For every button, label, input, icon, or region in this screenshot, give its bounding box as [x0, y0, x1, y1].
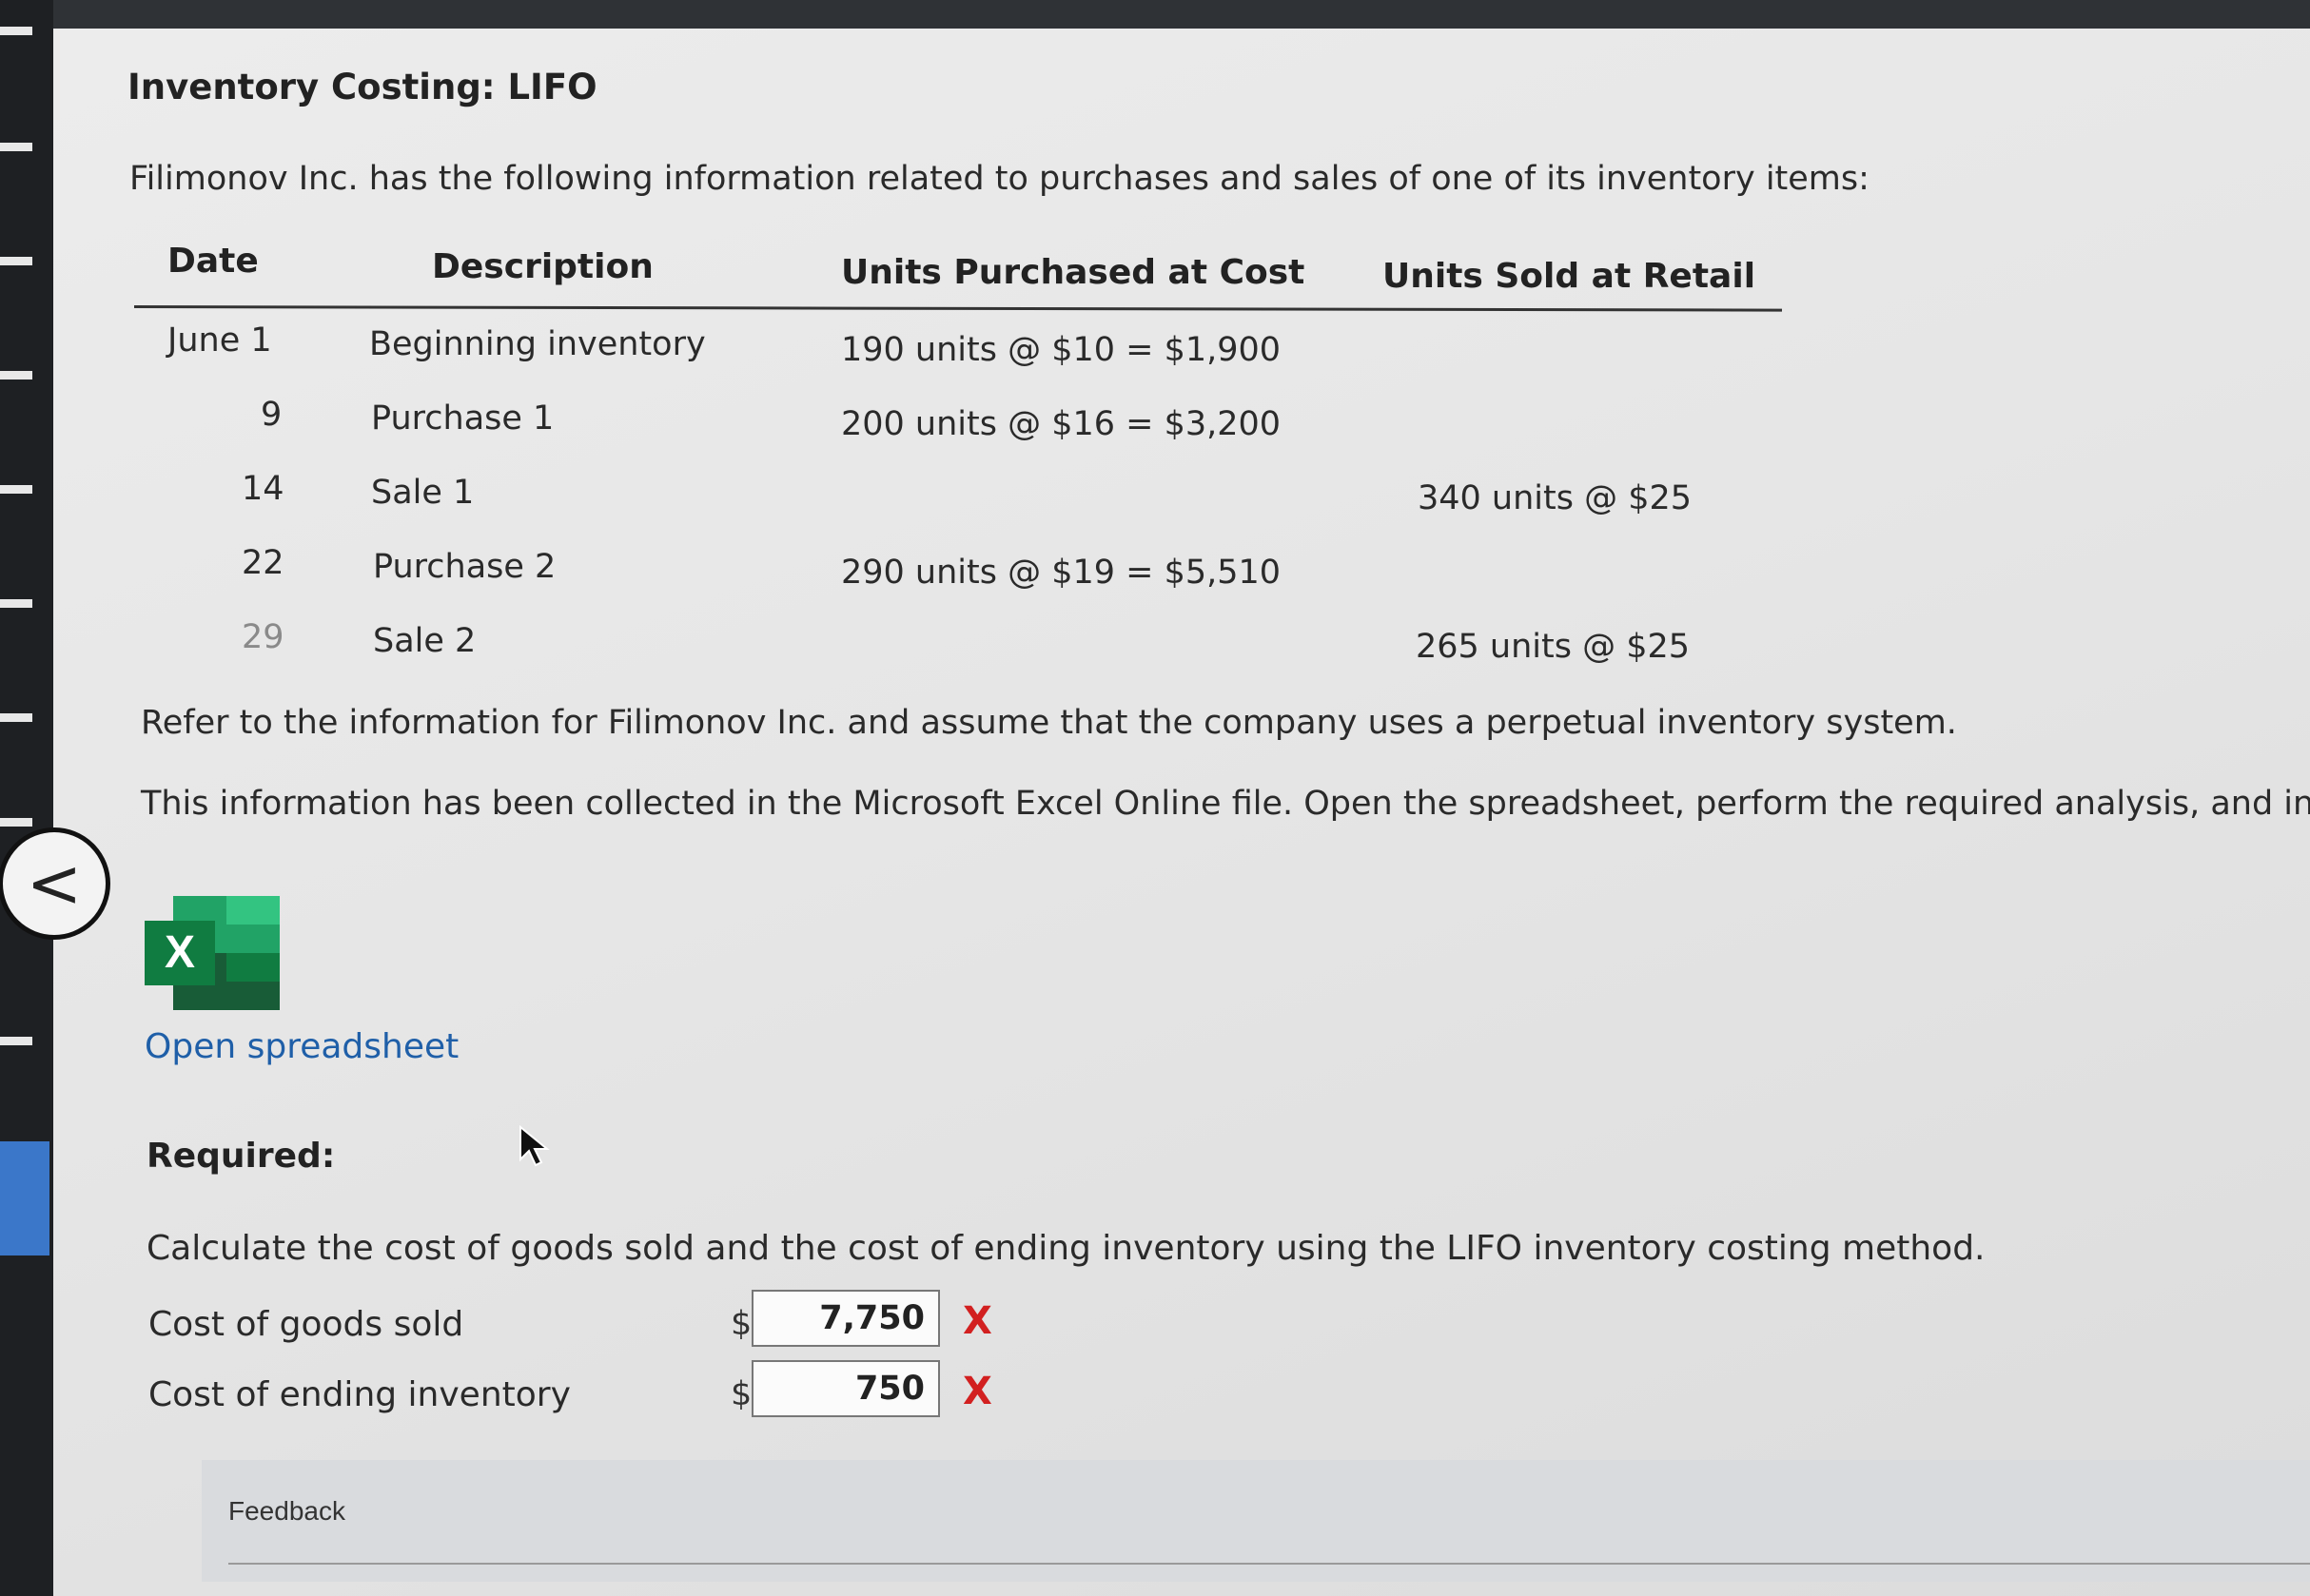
cogs-currency: $	[731, 1305, 753, 1343]
table-cell-date: 22	[242, 544, 284, 582]
excel-icon-letter: X	[165, 927, 195, 978]
table-cell-purchased: 290 units @ $19 = $5,510	[841, 554, 1282, 592]
header-units-purchased: Units Purchased at Cost	[841, 253, 1305, 292]
intro-text: Filimonov Inc. has the following informa…	[129, 160, 1870, 198]
incorrect-icon: X	[963, 1370, 992, 1413]
incorrect-icon: X	[963, 1299, 992, 1343]
bezel-mark	[0, 818, 32, 827]
page-content: Inventory Costing: LIFO Filimonov Inc. h…	[53, 29, 2310, 1596]
feedback-panel: Feedback	[202, 1460, 2310, 1582]
table-header-rule	[133, 305, 1782, 312]
chevron-left-icon: <	[26, 845, 83, 923]
table-cell-purchased: 200 units @ $16 = $3,200	[841, 405, 1282, 443]
header-date: Date	[167, 242, 259, 281]
table-cell-sold: 265 units @ $25	[1416, 628, 1691, 666]
feedback-label[interactable]: Feedback	[228, 1496, 345, 1527]
header-description: Description	[432, 247, 654, 286]
bezel-mark	[0, 143, 32, 151]
table-cell-description: Purchase 2	[373, 548, 557, 586]
bezel-mark	[0, 27, 32, 35]
table-cell-description: Beginning inventory	[369, 325, 706, 363]
excel-icon[interactable]: X	[145, 896, 280, 1010]
header-units-sold: Units Sold at Retail	[1382, 257, 1756, 296]
excel-instructions: This information has been collected in t…	[141, 785, 2310, 823]
bezel-blue-strip	[0, 1141, 49, 1255]
question-text: Calculate the cost of goods sold and the…	[147, 1229, 1986, 1268]
table-cell-date: June 1	[167, 321, 272, 360]
table-cell-date: 9	[261, 396, 283, 434]
feedback-divider	[228, 1563, 2310, 1565]
required-heading: Required:	[147, 1137, 336, 1176]
bezel-mark	[0, 1037, 32, 1045]
left-bezel	[0, 0, 53, 1596]
bezel-mark	[0, 713, 32, 722]
cogs-label: Cost of goods sold	[148, 1305, 464, 1344]
back-button[interactable]: <	[0, 827, 110, 940]
bezel-mark	[0, 371, 32, 380]
ending-inventory-currency: $	[731, 1375, 753, 1413]
table-cell-date: 14	[242, 470, 284, 508]
mouse-cursor-icon	[519, 1124, 551, 1173]
table-cell-date: 29	[242, 618, 284, 656]
table-cell-description: Sale 2	[373, 622, 477, 660]
bezel-mark	[0, 257, 32, 265]
bezel-mark	[0, 599, 32, 608]
bezel-mark	[0, 485, 32, 494]
table-cell-purchased: 190 units @ $10 = $1,900	[841, 331, 1282, 369]
refer-text: Refer to the information for Filimonov I…	[141, 704, 1957, 742]
ending-inventory-input[interactable]: 750	[752, 1360, 940, 1417]
table-cell-description: Sale 1	[371, 474, 475, 512]
table-cell-sold: 340 units @ $25	[1418, 479, 1693, 517]
table-cell-description: Purchase 1	[371, 399, 555, 438]
open-spreadsheet-link[interactable]: Open spreadsheet	[145, 1027, 459, 1066]
cogs-input[interactable]: 7,750	[752, 1290, 940, 1347]
ending-inventory-label: Cost of ending inventory	[148, 1375, 571, 1414]
page-title: Inventory Costing: LIFO	[127, 67, 597, 107]
